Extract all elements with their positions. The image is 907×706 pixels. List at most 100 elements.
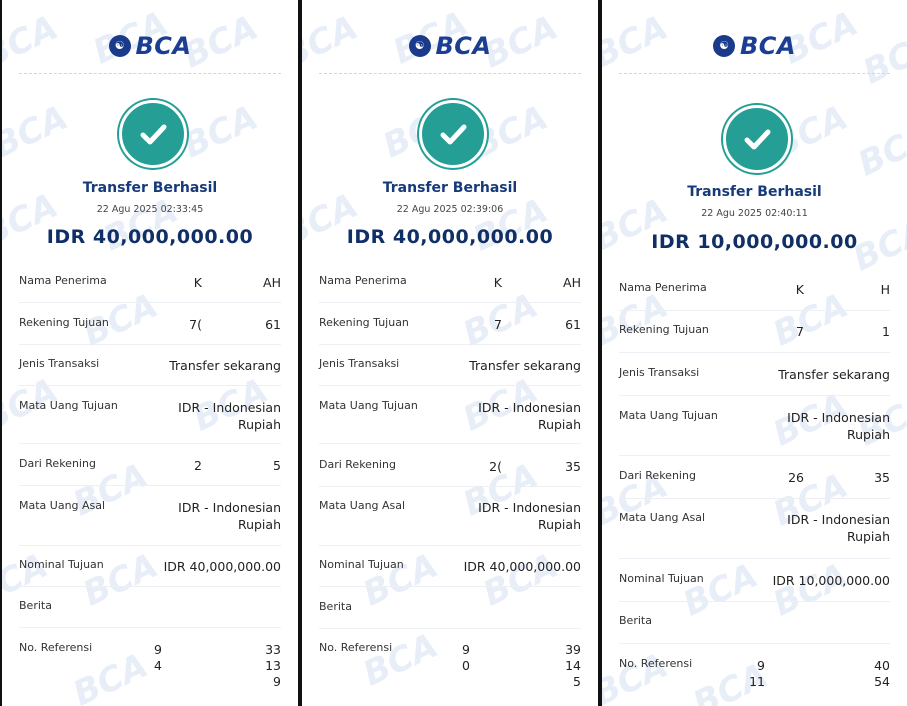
row-divider [19, 627, 281, 628]
row-divider [19, 443, 281, 444]
field-value: Transfer sekarang [469, 358, 581, 373]
field-label: Rekening Tujuan [619, 323, 709, 336]
field-label: Berita [19, 599, 52, 612]
row-divider [319, 385, 581, 386]
field-value: IDR - Indonesian Rupiah [787, 512, 890, 544]
bca-watermark: BCA [467, 190, 555, 260]
field-value: IDR - Indonesian Rupiah [178, 400, 281, 432]
row-divider [19, 302, 281, 303]
row-divider [319, 545, 581, 546]
row-divider [19, 385, 281, 386]
transfer-amount: IDR 40,000,000.00 [46, 226, 254, 248]
bca-watermark: BCA [602, 645, 675, 706]
reference-part: 13 [265, 658, 281, 673]
bca-watermark: BCA [177, 97, 265, 167]
field-label: Mata Uang Asal [619, 511, 706, 524]
field-label: Mata Uang Asal [19, 499, 106, 512]
dest-account-end: 61 [565, 317, 581, 332]
bca-watermark: BCA [602, 285, 675, 355]
recipient-name-end: AH [263, 275, 281, 290]
row-divider [319, 628, 581, 629]
bca-watermark: BCA [357, 625, 445, 695]
source-account-start: 2 [194, 458, 202, 473]
field-label: Berita [619, 614, 652, 627]
reference-part: 9 [273, 674, 281, 689]
bca-watermark: BCA [77, 545, 165, 615]
field-label: Jenis Transaksi [619, 366, 700, 379]
field-value: IDR 10,000,000.00 [772, 573, 890, 588]
header-divider [619, 73, 890, 74]
row-divider [619, 558, 890, 559]
field-label: Mata Uang Asal [319, 499, 406, 512]
row-divider [19, 344, 281, 345]
source-account-end: 35 [874, 470, 890, 485]
field-value: IDR - Indonesian Rupiah [787, 410, 890, 442]
reference-part: 54 [874, 674, 890, 689]
bca-watermark: BCA [67, 645, 155, 706]
field-label: Rekening Tujuan [19, 316, 109, 329]
field-value: IDR 40,000,000.00 [463, 559, 581, 574]
field-label: Dari Rekening [619, 469, 696, 482]
field-label: Jenis Transaksi [319, 357, 400, 370]
field-label: Nominal Tujuan [19, 558, 104, 571]
reference-part: 0 [462, 658, 470, 673]
field-label: No. Referensi [619, 657, 693, 670]
receipt-panel-3: BCA BCA BCA BCA BCA BCA BCA BCA BCA BCA … [602, 0, 907, 706]
recipient-name-start: K [493, 275, 502, 290]
field-value: Transfer sekarang [778, 367, 890, 382]
reference-part: 9 [757, 658, 765, 673]
transfer-amount: IDR 40,000,000.00 [346, 226, 554, 248]
row-divider [619, 455, 890, 456]
dest-account-end: 61 [265, 317, 281, 332]
bca-watermark: BCA [677, 555, 765, 625]
bca-emblem-icon: ☯ [108, 35, 131, 57]
dest-account-end: 1 [882, 324, 890, 339]
bca-logo: ☯ BCA [602, 32, 907, 60]
recipient-name-end: H [880, 282, 890, 297]
field-label: No. Referensi [19, 641, 93, 654]
row-divider [319, 443, 581, 444]
field-label: Nama Penerima [19, 274, 107, 287]
field-label: Dari Rekening [19, 457, 96, 470]
bca-watermark: BCA [477, 545, 565, 615]
bca-logo: ☯ BCA [302, 32, 598, 60]
row-divider [19, 485, 281, 486]
row-divider [619, 498, 890, 499]
field-label: Nominal Tujuan [619, 572, 704, 585]
bca-logo-text: BCA [135, 32, 192, 60]
bca-watermark: BCA [767, 555, 855, 625]
field-label: Mata Uang Tujuan [19, 399, 118, 412]
dest-account-start: 7 [494, 317, 502, 332]
field-value: IDR 40,000,000.00 [163, 559, 281, 574]
bca-watermark: BCA [767, 285, 855, 355]
receipt-panel-2: BCA BCA BCA BCA BCA BCA BCA BCA BCA BCA … [302, 0, 598, 706]
dest-account-start: 7 [796, 324, 804, 339]
field-label: Rekening Tujuan [319, 316, 409, 329]
success-check-icon [419, 100, 487, 168]
row-divider [619, 352, 890, 353]
row-divider [619, 601, 890, 602]
transaction-datetime: 22 Agu 2025 02:39:06 [396, 204, 504, 215]
row-divider [319, 302, 581, 303]
header-divider [19, 73, 281, 74]
row-divider [19, 586, 281, 587]
field-label: Nominal Tujuan [319, 558, 404, 571]
recipient-name-end: AH [563, 275, 581, 290]
row-divider [319, 586, 581, 587]
transfer-status: Transfer Berhasil [382, 180, 518, 196]
transfer-amount: IDR 10,000,000.00 [651, 231, 858, 253]
reference-part: 39 [565, 642, 581, 657]
reference-part: 40 [874, 658, 890, 673]
recipient-name-start: K [193, 275, 202, 290]
bca-logo-text: BCA [435, 32, 492, 60]
field-label: Mata Uang Tujuan [619, 409, 718, 422]
transfer-status: Transfer Berhasil [82, 180, 218, 196]
bca-emblem-icon: ☯ [408, 35, 431, 57]
source-account-start: 26 [788, 470, 804, 485]
field-label: Jenis Transaksi [19, 357, 100, 370]
field-value: Transfer sekarang [169, 358, 281, 373]
bca-watermark: BCA [97, 190, 185, 260]
row-divider [319, 344, 581, 345]
transfer-status: Transfer Berhasil [687, 184, 822, 200]
reference-part: 11 [749, 674, 765, 689]
